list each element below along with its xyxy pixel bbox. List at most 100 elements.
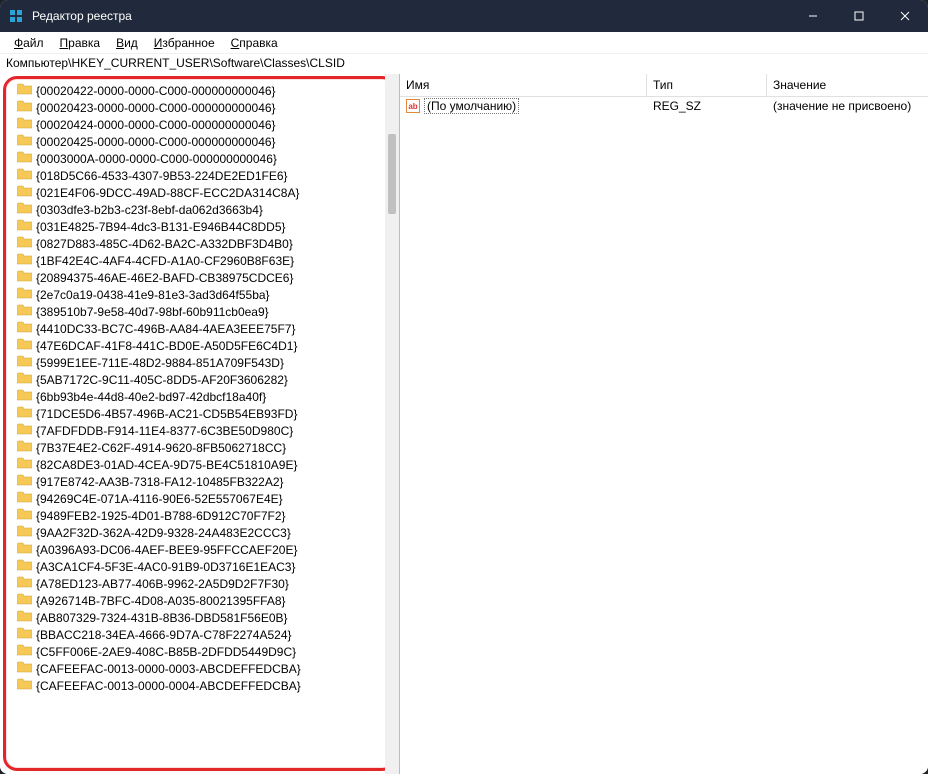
tree-item[interactable]: {CAFEEFAC-0013-0000-0004-ABCDEFFEDCBA} [17,677,396,694]
folder-icon [17,474,32,489]
tree-item[interactable]: {7B37E4E2-C62F-4914-9620-8FB5062718CC} [17,439,396,456]
string-value-icon: ab [406,99,420,113]
tree-item-label: {C5FF006E-2AE9-408C-B85B-2DFDD5449D9C} [36,645,296,659]
window-controls [790,0,928,32]
tree-item[interactable]: {A0396A93-DC06-4AEF-BEE9-95FFCCAEF20E} [17,541,396,558]
column-header-name[interactable]: Имя [400,74,647,96]
tree-item-label: {00020424-0000-0000-C000-000000000046} [36,118,276,132]
tree-item-label: {1BF42E4C-4AF4-4CFD-A1A0-CF2960B8F63E} [36,254,294,268]
tree-item-label: {AB807329-7324-431B-8B36-DBD581F56E0B} [36,611,288,625]
tree-item-label: {00020425-0000-0000-C000-000000000046} [36,135,276,149]
value-name-cell: ab (По умолчанию) [400,97,647,115]
tree-item[interactable]: {47E6DCAF-41F8-441C-BD0E-A50D5FE6C4D1} [17,337,396,354]
tree-item[interactable]: {20894375-46AE-46E2-BAFD-CB38975CDCE6} [17,269,396,286]
folder-icon [17,253,32,268]
tree-item[interactable]: {A926714B-7BFC-4D08-A035-80021395FFA8} [17,592,396,609]
maximize-button[interactable] [836,0,882,32]
tree-item-label: {82CA8DE3-01AD-4CEA-9D75-BE4C51810A9E} [36,458,298,472]
tree-item[interactable]: {9AA2F32D-362A-42D9-9328-24A483E2CCC3} [17,524,396,541]
tree-scrollbar[interactable] [385,74,399,774]
folder-icon [17,542,32,557]
tree-item[interactable]: {4410DC33-BC7C-496B-AA84-4AEA3EEE75F7} [17,320,396,337]
tree-item-label: {031E4825-7B94-4dc3-B131-E946B44C8DD5} [36,220,286,234]
tree-item-label: {4410DC33-BC7C-496B-AA84-4AEA3EEE75F7} [36,322,296,336]
folder-icon [17,491,32,506]
tree-item-label: {47E6DCAF-41F8-441C-BD0E-A50D5FE6C4D1} [36,339,297,353]
tree-list: {00020422-0000-0000-C000-000000000046} {0… [3,78,396,694]
tree-item-label: {20894375-46AE-46E2-BAFD-CB38975CDCE6} [36,271,294,285]
folder-icon [17,168,32,183]
address-bar[interactable]: Компьютер\HKEY_CURRENT_USER\Software\Cla… [0,54,928,74]
folder-icon [17,185,32,200]
tree-item[interactable]: {389510b7-9e58-40d7-98bf-60b911cb0ea9} [17,303,396,320]
tree-item[interactable]: {9489FEB2-1925-4D01-B788-6D912C70F7F2} [17,507,396,524]
close-button[interactable] [882,0,928,32]
tree-item[interactable]: {0003000A-0000-0000-C000-000000000046} [17,150,396,167]
tree-item-label: {5999E1EE-711E-48D2-9884-851A709F543D} [36,356,284,370]
menu-edit[interactable]: Правка [52,34,109,52]
folder-icon [17,576,32,591]
folder-icon [17,627,32,642]
tree-item-label: {2e7c0a19-0438-41e9-81e3-3ad3d64f55ba} [36,288,270,302]
folder-icon [17,525,32,540]
column-header-type[interactable]: Тип [647,74,767,96]
tree-item[interactable]: {00020423-0000-0000-C000-000000000046} [17,99,396,116]
tree-item-label: {A0396A93-DC06-4AEF-BEE9-95FFCCAEF20E} [36,543,297,557]
tree-item-label: {00020423-0000-0000-C000-000000000046} [36,101,276,115]
tree-item[interactable]: {5AB7172C-9C11-405C-8DD5-AF20F3606282} [17,371,396,388]
tree-item[interactable]: {00020425-0000-0000-C000-000000000046} [17,133,396,150]
tree-item[interactable]: {AB807329-7324-431B-8B36-DBD581F56E0B} [17,609,396,626]
tree-item[interactable]: {94269C4E-071A-4116-90E6-52E557067E4E} [17,490,396,507]
tree-item-label: {0003000A-0000-0000-C000-000000000046} [36,152,277,166]
tree-item-label: {9AA2F32D-362A-42D9-9328-24A483E2CCC3} [36,526,291,540]
menu-help[interactable]: Справка [223,34,286,52]
tree-item-label: {A3CA1CF4-5F3E-4AC0-91B9-0D3716E1EAC3} [36,560,295,574]
menu-file[interactable]: Файл [6,34,52,52]
tree-item[interactable]: {CAFEEFAC-0013-0000-0003-ABCDEFFEDCBA} [17,660,396,677]
tree-item[interactable]: {0303dfe3-b2b3-c23f-8ebf-da062d3663b4} [17,201,396,218]
tree-item[interactable]: {71DCE5D6-4B57-496B-AC21-CD5B54EB93FD} [17,405,396,422]
menu-favorites[interactable]: Избранное [146,34,223,52]
minimize-button[interactable] [790,0,836,32]
folder-icon [17,559,32,574]
folder-icon [17,372,32,387]
tree-item[interactable]: {1BF42E4C-4AF4-4CFD-A1A0-CF2960B8F63E} [17,252,396,269]
window-title: Редактор реестра [32,9,132,23]
tree-item-label: {6bb93b4e-44d8-40e2-bd97-42dbcf18a40f} [36,390,266,404]
tree-item[interactable]: {A78ED123-AB77-406B-9962-2A5D9D2F7F30} [17,575,396,592]
tree-item[interactable]: {2e7c0a19-0438-41e9-81e3-3ad3d64f55ba} [17,286,396,303]
tree-item[interactable]: {0827D883-485C-4D62-BA2C-A332DBF3D4B0} [17,235,396,252]
tree-item[interactable]: {018D5C66-4533-4307-9B53-224DE2ED1FE6} [17,167,396,184]
tree-item[interactable]: {6bb93b4e-44d8-40e2-bd97-42dbcf18a40f} [17,388,396,405]
tree-item-label: {021E4F06-9DCC-49AD-88CF-ECC2DA314C8A} [36,186,299,200]
folder-icon [17,151,32,166]
folder-icon [17,117,32,132]
folder-icon [17,236,32,251]
tree-item[interactable]: {917E8742-AA3B-7318-FA12-10485FB322A2} [17,473,396,490]
tree-item[interactable]: {7AFDFDDB-F914-11E4-8377-6C3BE50D980C} [17,422,396,439]
folder-icon [17,661,32,676]
value-row[interactable]: ab (По умолчанию) REG_SZ (значение не пр… [400,97,928,115]
tree-item[interactable]: {C5FF006E-2AE9-408C-B85B-2DFDD5449D9C} [17,643,396,660]
tree-item[interactable]: {00020424-0000-0000-C000-000000000046} [17,116,396,133]
tree-item[interactable]: {021E4F06-9DCC-49AD-88CF-ECC2DA314C8A} [17,184,396,201]
titlebar[interactable]: Редактор реестра [0,0,928,32]
tree-item[interactable]: {A3CA1CF4-5F3E-4AC0-91B9-0D3716E1EAC3} [17,558,396,575]
tree-item[interactable]: {00020422-0000-0000-C000-000000000046} [17,82,396,99]
folder-icon [17,355,32,370]
tree-item[interactable]: {BBACC218-34EA-4666-9D7A-C78F2274A524} [17,626,396,643]
folder-icon [17,287,32,302]
column-header-data[interactable]: Значение [767,74,928,96]
folder-icon [17,678,32,693]
folder-icon [17,389,32,404]
tree-item-label: {0827D883-485C-4D62-BA2C-A332DBF3D4B0} [36,237,293,251]
tree-item[interactable]: {82CA8DE3-01AD-4CEA-9D75-BE4C51810A9E} [17,456,396,473]
tree-item-label: {0303dfe3-b2b3-c23f-8ebf-da062d3663b4} [36,203,263,217]
tree-panel: {00020422-0000-0000-C000-000000000046} {0… [0,74,400,774]
menu-view[interactable]: Вид [108,34,146,52]
regedit-window: Редактор реестра Файл Правка Вид Избранн… [0,0,928,774]
tree-item[interactable]: {031E4825-7B94-4dc3-B131-E946B44C8DD5} [17,218,396,235]
tree-scrollbar-thumb[interactable] [388,134,396,214]
tree-item[interactable]: {5999E1EE-711E-48D2-9884-851A709F543D} [17,354,396,371]
values-panel: Имя Тип Значение ab (По умолчанию) REG_S… [400,74,928,774]
